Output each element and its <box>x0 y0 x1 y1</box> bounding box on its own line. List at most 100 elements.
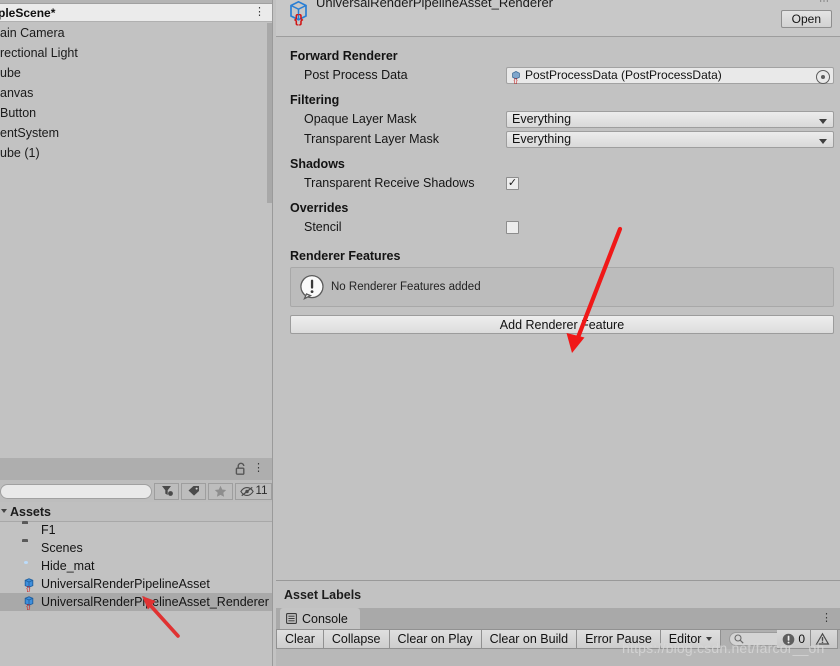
stencil-checkbox[interactable] <box>506 220 519 234</box>
console-panel: Console ⋮ Clear Collapse Clear on Play C… <box>276 608 840 666</box>
lock-open-icon[interactable] <box>235 462 247 476</box>
asset-labels-bar: Asset Labels <box>276 580 840 609</box>
chevron-down-icon <box>819 138 827 144</box>
project-panel: ⋮ 11 Assets F1 Scenes Hide_mat {} Univer… <box>0 458 273 666</box>
urp-asset-icon: {} <box>22 595 38 611</box>
filter-by-type-icon[interactable] <box>154 482 180 500</box>
window-controls[interactable]: ⋯ <box>819 0 832 7</box>
list-item[interactable]: {} UniversalRenderPipelineAsset <box>0 575 272 593</box>
error-count: 0 <box>798 632 805 646</box>
add-renderer-feature-button[interactable]: Add Renderer Feature <box>290 315 834 334</box>
svg-text:{}: {} <box>294 12 304 26</box>
scene-header-row[interactable]: pleScene* ⋮ <box>0 4 272 22</box>
transparent-receive-shadows-row: Transparent Receive Shadows ✓ <box>304 173 834 193</box>
section-title-forward-renderer: Forward Renderer <box>290 49 398 63</box>
list-item-label: F1 <box>41 523 56 537</box>
page-title: UniversalRenderPipelineAsset_Renderer <box>316 0 554 10</box>
clear-on-play-button[interactable]: Clear on Play <box>389 629 482 649</box>
filter-by-label-icon[interactable] <box>181 482 207 500</box>
section-title-shadows: Shadows <box>290 157 345 171</box>
inspector-header: ⋯ {} UniversalRenderPipelineAsset_Render… <box>276 0 840 37</box>
transparent-layer-mask-row: Transparent Layer Mask Everything <box>304 129 834 149</box>
post-process-data-row: Post Process Data {} PostProcessData (Po… <box>304 65 834 85</box>
list-item-label: Hide_mat <box>41 559 95 573</box>
hierarchy-item-list: ain Camera rectional Light ube anvas But… <box>0 23 272 163</box>
inspector-panel: ⋯ {} UniversalRenderPipelineAsset_Render… <box>276 0 840 580</box>
collapse-button[interactable]: Collapse <box>323 629 390 649</box>
transparent-receive-shadows-label: Transparent Receive Shadows <box>304 176 475 190</box>
inspector-body: Forward Renderer Post Process Data {} Po… <box>276 37 840 580</box>
hierarchy-item[interactable]: ube <box>0 63 272 83</box>
folder-icon <box>22 541 38 555</box>
kebab-menu-icon[interactable]: ⋮ <box>253 461 264 474</box>
warning-count-cell[interactable] <box>811 629 838 649</box>
assets-list: F1 Scenes Hide_mat {} UniversalRenderPip… <box>0 521 272 611</box>
stencil-row: Stencil <box>304 217 834 237</box>
chevron-down-icon <box>706 637 713 641</box>
error-pause-button[interactable]: Error Pause <box>577 629 661 649</box>
asset-labels-title: Asset Labels <box>284 588 362 602</box>
list-item-label: Scenes <box>41 541 83 555</box>
assets-root-label: Assets <box>10 504 51 519</box>
post-process-data-object-field[interactable]: {} PostProcessData (PostProcessData) <box>506 66 834 84</box>
search-input[interactable] <box>0 483 152 499</box>
error-count-cell[interactable]: 0 <box>777 629 811 649</box>
hidden-packages-icon[interactable]: 11 <box>235 482 272 500</box>
favorites-star-icon[interactable] <box>208 482 234 500</box>
kebab-menu-icon[interactable]: ⋮ <box>821 611 832 624</box>
object-picker-icon[interactable] <box>816 69 830 84</box>
console-message-counts: 0 <box>777 629 838 649</box>
post-process-data-value: PostProcessData (PostProcessData) <box>525 68 722 82</box>
scene-name-label: pleScene* <box>0 5 56 20</box>
hierarchy-item[interactable]: ain Camera <box>0 23 272 43</box>
list-item[interactable]: {} UniversalRenderPipelineAsset_Renderer <box>0 593 272 611</box>
project-toolbar: 11 <box>0 480 272 503</box>
assets-root-row[interactable]: Assets <box>0 502 272 522</box>
list-item[interactable]: Scenes <box>0 539 272 557</box>
transparent-layer-mask-value: Everything <box>512 132 572 146</box>
hierarchy-item[interactable]: rectional Light <box>0 43 272 63</box>
list-item[interactable]: F1 <box>0 521 272 539</box>
svg-text:{}: {} <box>514 78 518 84</box>
editor-dropdown-button[interactable]: Editor <box>660 629 722 649</box>
folder-icon <box>22 523 38 537</box>
clear-button[interactable]: Clear <box>276 629 324 649</box>
warning-icon <box>815 632 830 645</box>
list-item[interactable]: Hide_mat <box>0 557 272 575</box>
clear-on-build-button[interactable]: Clear on Build <box>481 629 578 649</box>
opaque-layer-mask-dropdown[interactable]: Everything <box>506 110 834 128</box>
tab-console-label: Console <box>302 611 348 626</box>
transparent-receive-shadows-checkbox[interactable]: ✓ <box>506 176 519 190</box>
open-button[interactable]: Open <box>780 10 832 28</box>
hierarchy-scrollbar[interactable] <box>267 23 272 203</box>
section-title-renderer-features: Renderer Features <box>290 249 401 263</box>
chevron-down-icon <box>819 118 827 124</box>
opaque-layer-mask-value: Everything <box>512 112 572 126</box>
console-message-list <box>276 649 840 666</box>
svg-text:{}: {} <box>26 604 30 611</box>
section-title-filtering: Filtering <box>290 93 340 107</box>
hierarchy-item[interactable]: entSystem <box>0 123 272 143</box>
hierarchy-item[interactable]: Button <box>0 103 272 123</box>
search-icon <box>734 634 745 644</box>
renderer-features-empty-message: No Renderer Features added <box>331 281 481 293</box>
kebab-menu-icon[interactable]: ⋮ <box>254 6 265 18</box>
material-icon <box>22 559 38 573</box>
tab-console[interactable]: Console <box>280 608 360 629</box>
list-item-label: UniversalRenderPipelineAsset_Renderer <box>41 595 269 609</box>
scriptable-object-icon: {} <box>510 68 523 84</box>
hierarchy-item[interactable]: ube (1) <box>0 143 272 163</box>
hierarchy-item[interactable]: anvas <box>0 83 272 103</box>
chevron-down-icon[interactable] <box>1 509 7 513</box>
project-tabstrip: ⋮ <box>0 458 272 481</box>
hierarchy-panel: pleScene* ⋮ ain Camera rectional Light u… <box>0 0 273 458</box>
svg-text:{}: {} <box>26 586 30 593</box>
post-process-data-label: Post Process Data <box>304 68 408 82</box>
section-title-overrides: Overrides <box>290 201 349 215</box>
exclamation-help-icon <box>299 274 325 300</box>
console-icon <box>286 613 297 624</box>
transparent-layer-mask-label: Transparent Layer Mask <box>304 132 440 146</box>
transparent-layer-mask-dropdown[interactable]: Everything <box>506 130 834 148</box>
urp-renderer-asset-icon: {} <box>286 0 314 26</box>
stencil-label: Stencil <box>304 220 342 234</box>
